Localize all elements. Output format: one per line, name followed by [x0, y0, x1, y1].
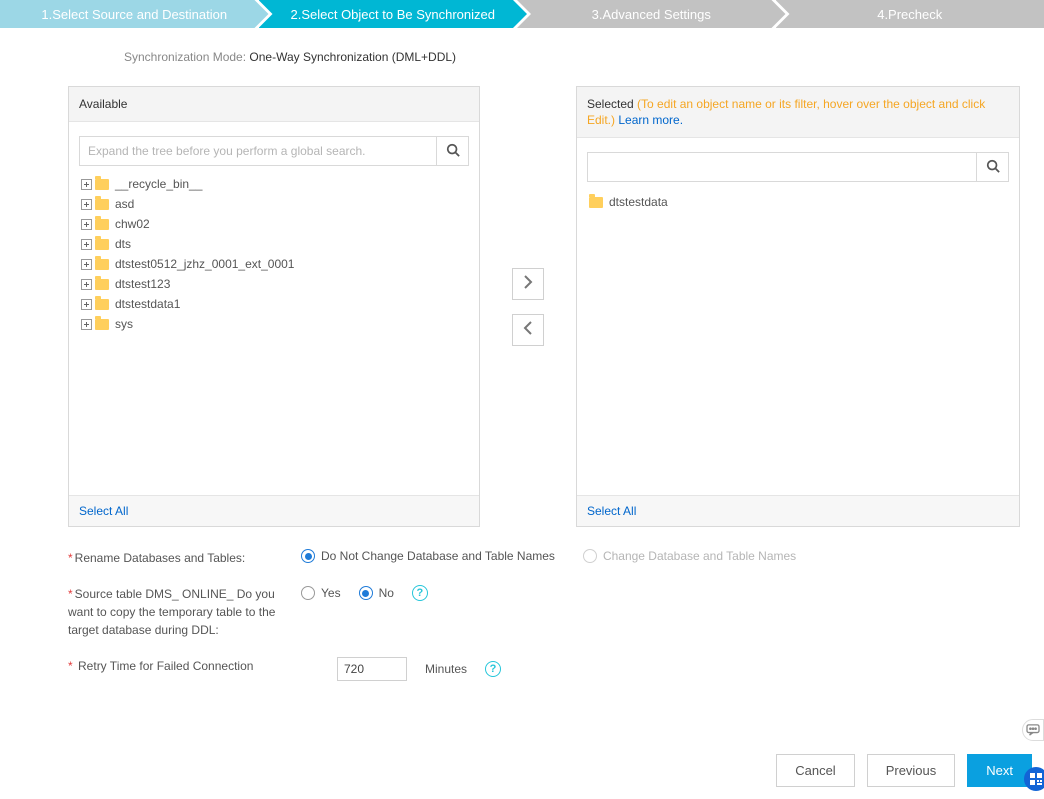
expand-icon[interactable] — [81, 199, 92, 210]
qr-icon[interactable] — [1024, 767, 1044, 791]
transfer-buttons — [498, 86, 558, 527]
sync-mode-value: One-Way Synchronization (DML+DDL) — [249, 50, 456, 64]
retry-label: * Retry Time for Failed Connection — [68, 657, 301, 675]
folder-icon — [95, 299, 109, 310]
expand-icon[interactable] — [81, 259, 92, 270]
expand-icon[interactable] — [81, 279, 92, 290]
previous-button[interactable]: Previous — [867, 754, 956, 787]
tree-item-label: dtstest123 — [115, 277, 170, 291]
selected-search-button[interactable] — [976, 153, 1008, 181]
selected-panel: Selected (To edit an object name or its … — [576, 86, 1020, 527]
rename-radio-change[interactable]: Change Database and Table Names — [583, 549, 796, 563]
expand-icon[interactable] — [81, 219, 92, 230]
selected-title: Selected — [587, 97, 634, 111]
wizard-stepper: 1.Select Source and Destination 2.Select… — [0, 0, 1044, 28]
tree-item-label: sys — [115, 317, 133, 331]
chevron-left-icon — [523, 321, 533, 338]
expand-icon[interactable] — [81, 239, 92, 250]
next-button[interactable]: Next — [967, 754, 1032, 787]
step-1[interactable]: 1.Select Source and Destination — [0, 0, 269, 28]
tree-item-label: dtstestdata — [609, 195, 668, 209]
selected-learn-more[interactable]: Learn more. — [618, 113, 683, 127]
retry-unit: Minutes — [425, 662, 467, 676]
tree-item[interactable]: __recycle_bin__ — [79, 174, 469, 194]
search-icon — [986, 159, 1000, 176]
step-3: 3.Advanced Settings — [517, 0, 786, 28]
tree-item[interactable]: dtstest0512_jzhz_0001_ext_0001 — [79, 254, 469, 274]
move-right-button[interactable] — [512, 268, 544, 300]
available-title: Available — [79, 97, 127, 111]
cancel-button[interactable]: Cancel — [776, 754, 854, 787]
dms-online-yes-label: Yes — [321, 586, 341, 600]
chevron-right-icon — [523, 275, 533, 292]
search-icon — [446, 143, 460, 160]
retry-time-input[interactable] — [337, 657, 407, 681]
expand-icon[interactable] — [81, 319, 92, 330]
synchronization-mode: Synchronization Mode: One-Way Synchroniz… — [124, 50, 1044, 64]
sync-mode-label: Synchronization Mode: — [124, 50, 246, 64]
tree-item[interactable]: chw02 — [79, 214, 469, 234]
tree-item[interactable]: dtstestdata1 — [79, 294, 469, 314]
selected-search-input[interactable] — [588, 154, 976, 180]
folder-icon — [95, 259, 109, 270]
rename-radio-keep[interactable]: Do Not Change Database and Table Names — [301, 549, 555, 563]
step-2[interactable]: 2.Select Object to Be Synchronized — [259, 0, 528, 28]
dms-online-label: *Source table DMS_ ONLINE_ Do you want t… — [68, 585, 301, 639]
available-search-button[interactable] — [436, 137, 468, 165]
tree-item[interactable]: dtstest123 — [79, 274, 469, 294]
available-tree: __recycle_bin__asd chw02 dts dtstest0512_jz… — [69, 174, 479, 495]
folder-icon — [95, 199, 109, 210]
move-left-button[interactable] — [512, 314, 544, 346]
rename-radio-keep-label: Do Not Change Database and Table Names — [321, 549, 555, 563]
folder-icon — [95, 279, 109, 290]
tree-item[interactable]: sys — [79, 314, 469, 334]
tree-item-label: dtstestdata1 — [115, 297, 180, 311]
tree-item[interactable]: dts — [79, 234, 469, 254]
rename-option-label: *Rename Databases and Tables: — [68, 549, 301, 567]
tree-item-label: chw02 — [115, 217, 150, 231]
folder-icon — [95, 319, 109, 330]
folder-icon — [95, 239, 109, 250]
tree-item-label: __recycle_bin__ — [115, 177, 202, 191]
available-panel: Available __recycle_bin__asd chw02 dts dtst… — [68, 86, 480, 527]
available-search-input[interactable] — [80, 138, 436, 164]
chat-icon[interactable] — [1022, 719, 1044, 741]
help-icon[interactable]: ? — [412, 585, 428, 601]
tree-item[interactable]: asd — [79, 194, 469, 214]
dms-online-yes[interactable]: Yes — [301, 586, 341, 600]
tree-item[interactable]: dtstestdata — [587, 192, 1009, 212]
folder-icon — [95, 219, 109, 230]
selected-select-all[interactable]: Select All — [587, 504, 636, 518]
tree-item-label: dts — [115, 237, 131, 251]
tree-item-label: dtstest0512_jzhz_0001_ext_0001 — [115, 257, 294, 271]
help-icon[interactable]: ? — [485, 661, 501, 677]
expand-icon[interactable] — [81, 299, 92, 310]
folder-icon — [95, 179, 109, 190]
expand-icon[interactable] — [81, 179, 92, 190]
folder-icon — [589, 197, 603, 208]
dms-online-no[interactable]: No — [359, 586, 394, 600]
available-select-all[interactable]: Select All — [79, 504, 128, 518]
tree-item-label: asd — [115, 197, 134, 211]
dms-online-no-label: No — [379, 586, 394, 600]
rename-radio-change-label: Change Database and Table Names — [603, 549, 796, 563]
step-4: 4.Precheck — [776, 0, 1044, 28]
selected-tree: dtstestdata — [577, 190, 1019, 495]
